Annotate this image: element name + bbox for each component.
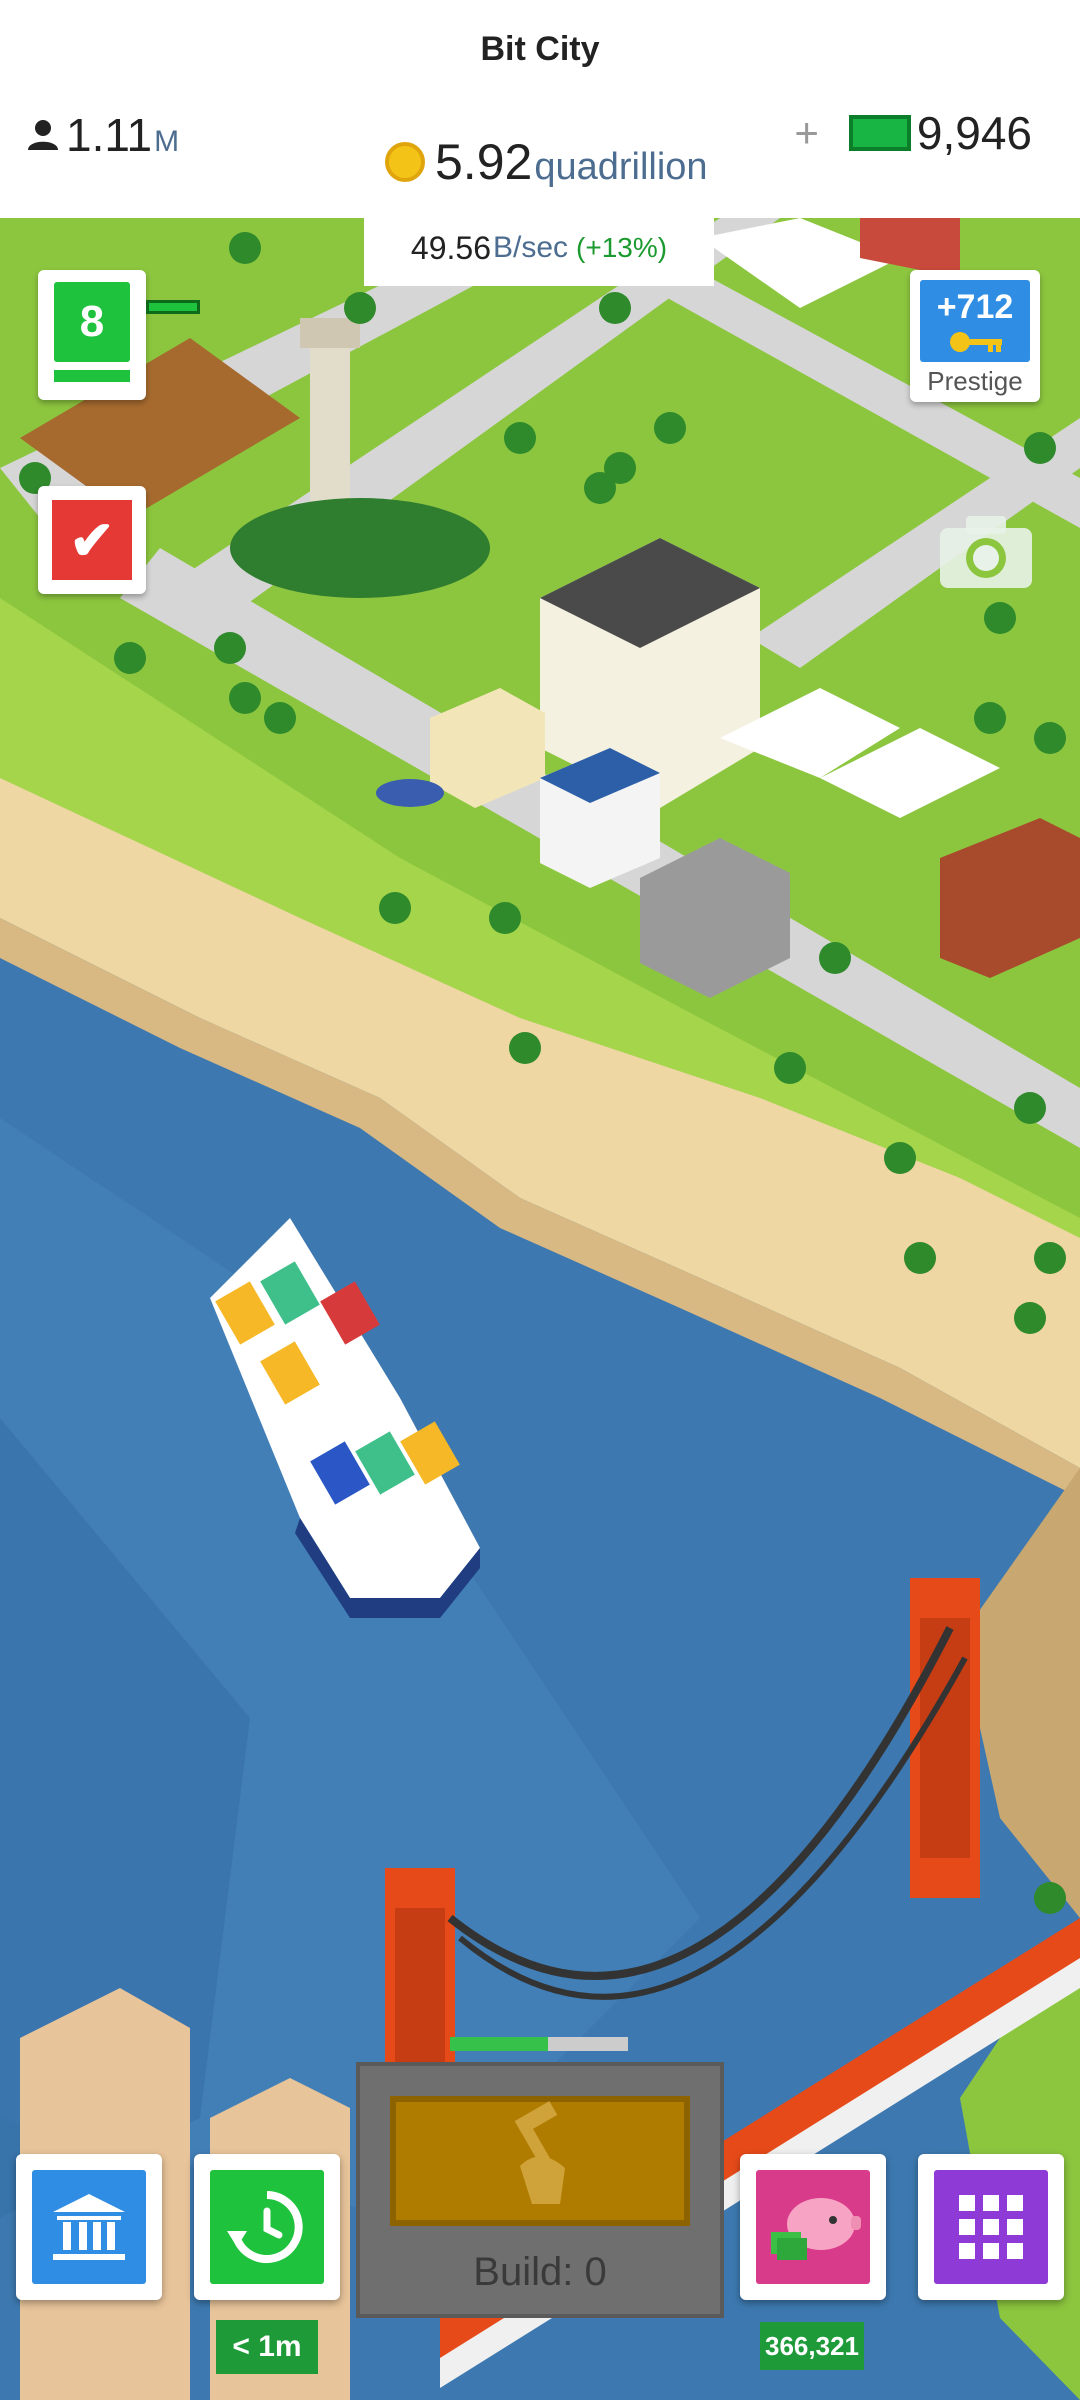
prestige-panel: +712 xyxy=(920,280,1030,362)
time-warp-button[interactable] xyxy=(194,2154,340,2300)
prestige-value: +712 xyxy=(936,288,1014,326)
rate-value: 49.56 xyxy=(410,229,491,266)
app-title: Bit City xyxy=(480,30,600,68)
missions-button[interactable]: ✔ xyxy=(38,486,146,594)
build-area xyxy=(390,2096,690,2226)
coin-value: 5.92 xyxy=(435,134,533,190)
piggy-bank-button[interactable] xyxy=(740,2154,886,2300)
prestige-button[interactable]: +712 Prestige xyxy=(910,270,1040,402)
rate-bonus: (+13%) xyxy=(576,232,668,263)
rate-unit: B/sec xyxy=(493,231,569,264)
timer-badge: < 1m xyxy=(216,2320,318,2374)
bank-savings-badge: 366,321 xyxy=(760,2322,864,2370)
population-unit: M xyxy=(154,125,180,158)
city-level-bar xyxy=(54,370,130,382)
population-counter: 1.11 M xyxy=(26,108,179,162)
add-cash-icon[interactable]: + xyxy=(794,109,819,157)
menu-grid-button[interactable] xyxy=(918,2154,1064,2300)
city-level-button[interactable]: 8 xyxy=(38,270,146,400)
build-progress-bar xyxy=(450,2037,628,2051)
key-icon xyxy=(950,332,1002,352)
person-icon xyxy=(28,120,58,150)
city-level-value: 8 xyxy=(54,282,130,362)
hammer-hand-icon xyxy=(514,2101,565,2204)
income-rate: 49.56 B/sec (+13%) xyxy=(364,210,714,286)
coin-counter: 5.92 quadrillion xyxy=(385,133,708,191)
grid-icon xyxy=(934,2170,1048,2284)
population-value: 1.11 xyxy=(66,109,153,161)
cash-counter[interactable]: + 9,946 xyxy=(794,106,1032,160)
bank-icon xyxy=(32,2170,146,2284)
checkmark-icon: ✔ xyxy=(52,500,132,580)
build-progress-fill xyxy=(450,2037,548,2051)
top-hud: Bit City 1.11 M 5.92 quadrillion + 9,946 xyxy=(0,0,1080,218)
cash-value: 9,946 xyxy=(916,107,1032,159)
piggy-bank-icon xyxy=(756,2170,870,2284)
cash-icon xyxy=(848,115,911,151)
level-progress-bar xyxy=(146,300,200,314)
coin-icon xyxy=(385,142,425,182)
camera-icon[interactable] xyxy=(936,510,1036,590)
build-button[interactable]: Build: 0 xyxy=(356,2062,724,2318)
clock-refresh-icon xyxy=(210,2170,324,2284)
prestige-label: Prestige xyxy=(927,366,1023,396)
build-label: Build: 0 xyxy=(473,2250,607,2294)
bank-building-button[interactable] xyxy=(16,2154,162,2300)
coin-unit: quadrillion xyxy=(534,146,708,188)
